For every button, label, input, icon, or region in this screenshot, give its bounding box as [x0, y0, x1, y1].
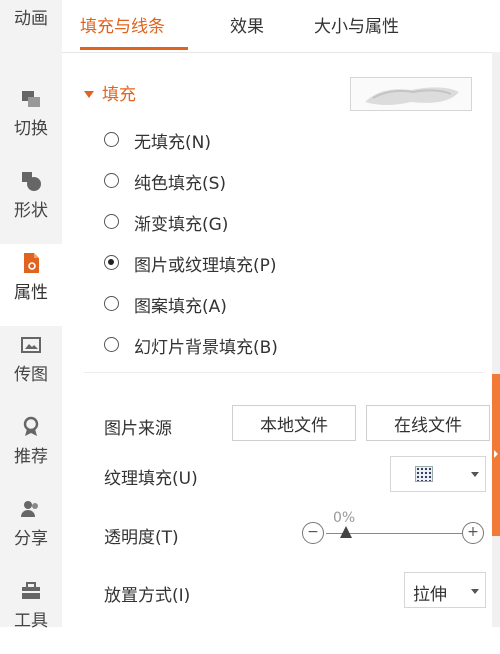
sidebar-item-transition[interactable]: 切换 — [0, 80, 62, 162]
radio-button[interactable] — [104, 214, 119, 229]
increase-icon[interactable]: + — [462, 522, 484, 544]
radio-label: 幻灯片背景填充(B) — [134, 338, 278, 358]
placement-label: 放置方式(I) — [104, 586, 191, 606]
radio-label: 纯色填充(S) — [134, 174, 227, 194]
property-icon — [24, 253, 39, 273]
radio-button[interactable] — [104, 132, 119, 147]
section-divider — [84, 372, 484, 373]
sidebar-item-share[interactable]: 分享 — [0, 490, 62, 572]
sidebar-item-label: 属性 — [14, 283, 48, 303]
sidebar-item-label: 切换 — [14, 119, 48, 139]
radio-button[interactable] — [104, 296, 119, 311]
picture-source-label: 图片来源 — [104, 419, 172, 439]
texture-dropdown[interactable] — [390, 456, 486, 492]
panel-scroll-strip — [492, 52, 500, 627]
tab-effects[interactable]: 效果 — [230, 12, 264, 37]
sidebar-item-property[interactable]: 属性 — [0, 244, 62, 326]
sidebar-item-label: 传图 — [14, 365, 48, 385]
chevron-down-icon — [471, 472, 479, 477]
radio-button[interactable] — [104, 173, 119, 188]
radio-button-selected[interactable] — [104, 255, 119, 270]
tab-size-and-properties[interactable]: 大小与属性 — [314, 12, 399, 37]
share-icon — [21, 501, 38, 517]
recommend-icon — [23, 416, 39, 436]
radio-label: 图片或纹理填充(P) — [134, 256, 277, 276]
sidebar-item-upload-image[interactable]: 传图 — [0, 326, 62, 408]
placement-value: 拉伸 — [413, 585, 447, 605]
sidebar-item-label: 形状 — [14, 201, 48, 221]
radio-label: 图案填充(A) — [134, 297, 227, 317]
sidebar-item-label: 分享 — [14, 529, 48, 549]
sidebar-item-label: 推荐 — [14, 447, 48, 467]
fill-preview-image — [365, 87, 459, 105]
sidebar-item-shape[interactable]: 形状 — [0, 162, 62, 244]
property-tabs: 填充与线条 效果 大小与属性 — [62, 0, 492, 53]
sidebar-item-toolbox[interactable]: 工具 — [0, 572, 62, 654]
transparency-value: 0% — [333, 510, 356, 526]
radio-label: 渐变填充(G) — [134, 215, 229, 235]
online-file-button[interactable]: 在线文件 — [366, 405, 490, 441]
toolbox-icon — [22, 582, 40, 599]
local-file-button[interactable]: 本地文件 — [232, 405, 356, 441]
placement-select[interactable]: 拉伸 — [404, 572, 486, 608]
chevron-down-icon — [471, 589, 479, 594]
left-sidebar: 动画 切换 形状 属性 传图 推荐 分享 工具 — [0, 0, 62, 631]
sidebar-item-label: 工具 — [14, 611, 48, 631]
fill-section-toggle[interactable]: 填充 — [84, 80, 136, 105]
radio-label: 无填充(N) — [134, 133, 211, 153]
texture-swatch-icon — [415, 466, 433, 482]
transition-icon — [22, 91, 40, 107]
active-tab-indicator — [80, 47, 188, 50]
decrease-icon[interactable]: − — [302, 522, 324, 544]
shape-icon — [22, 172, 41, 191]
texture-fill-label: 纹理填充(U) — [104, 469, 198, 489]
tab-fill-and-line[interactable]: 填充与线条 — [80, 12, 165, 37]
transparency-label: 透明度(T) — [104, 528, 179, 548]
transparency-slider-thumb[interactable] — [340, 526, 352, 538]
fill-preview — [350, 77, 472, 111]
radio-button[interactable] — [104, 337, 119, 352]
sidebar-item-animation[interactable]: 动画 — [0, 0, 62, 52]
upload-image-icon — [21, 337, 41, 353]
sidebar-item-label: 动画 — [14, 9, 48, 29]
collapse-arrow-icon — [84, 91, 94, 98]
collapse-panel-handle[interactable] — [492, 374, 500, 536]
sidebar-item-recommend[interactable]: 推荐 — [0, 408, 62, 490]
fill-section-title: 填充 — [102, 85, 136, 105]
